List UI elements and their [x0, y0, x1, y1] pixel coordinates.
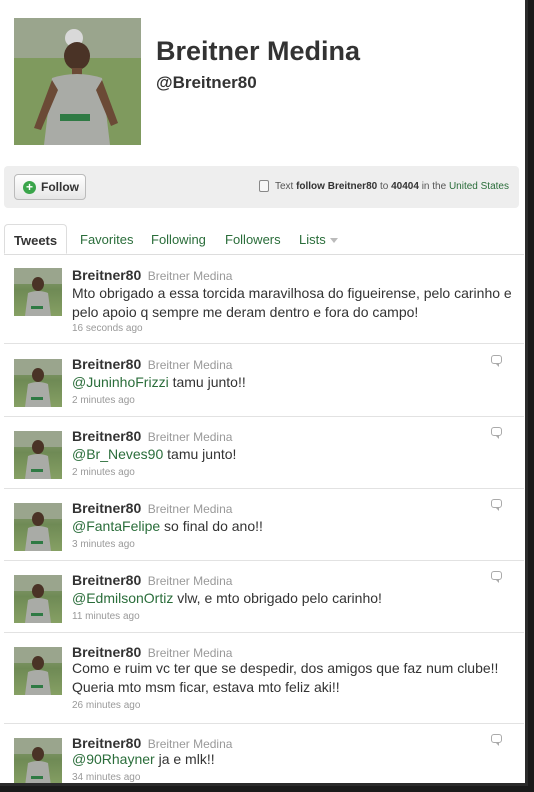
profile-handle: @Breitner80 [156, 73, 257, 92]
tweet-fullname: Breitner Medina [147, 358, 233, 372]
sms-prefix: Text [274, 180, 294, 192]
window-shadow-bottom [0, 786, 534, 792]
profile-avatar[interactable] [14, 18, 141, 145]
tweet-fullname: Breitner Medina [147, 737, 233, 751]
tweet-username[interactable]: Breitner80 [72, 500, 141, 516]
plus-icon: + [23, 180, 36, 194]
tweet-header: Breitner80 Breitner Medina [72, 267, 232, 285]
tweet-item: Breitner80 Breitner Medina @Br_Neves90 t… [4, 417, 524, 489]
sms-country-link[interactable]: United States [449, 181, 509, 192]
tweet-body: tamu junto! [163, 446, 237, 462]
tab-following[interactable]: Following [151, 232, 206, 247]
tweet-header: Breitner80 Breitner Medina [72, 500, 232, 518]
sms-command: follow Breitner80 [296, 180, 378, 192]
tweet-avatar[interactable] [14, 268, 62, 316]
tweet-text: @JuninhoFrizzi tamu junto!! [72, 373, 512, 392]
profile-name: Breitner Medina [156, 36, 361, 66]
tweet-avatar[interactable] [14, 359, 62, 407]
phone-icon [258, 180, 269, 192]
profile-tabs: Tweets Favorites Following Followers Lis… [4, 224, 524, 255]
tweet-avatar[interactable] [14, 503, 62, 551]
tweet-text: @FantaFelipe so final do ano!! [72, 517, 512, 536]
tweet-body: vlw, e mto obrigado pelo carinho! [173, 590, 382, 606]
tweet-body: so final do ano!! [160, 518, 263, 534]
tweet-body: tamu junto!! [168, 374, 246, 390]
tweet-timestamp[interactable]: 3 minutes ago [72, 539, 135, 550]
tweet-username[interactable]: Breitner80 [72, 735, 141, 751]
tweet-fullname: Breitner Medina [147, 502, 233, 516]
tweet-fullname: Breitner Medina [147, 430, 233, 444]
tweet-text: @EdmilsonOrtiz vlw, e mto obrigado pelo … [72, 589, 512, 608]
sms-in: in the [421, 180, 447, 192]
tweet-mention[interactable]: @90Rhayner [72, 751, 155, 767]
tab-followers[interactable]: Followers [225, 232, 281, 247]
tweet-text: Como e ruim vc ter que se despedir, dos … [72, 660, 499, 695]
tweet-fullname: Breitner Medina [147, 269, 233, 283]
tweet-item: Breitner80 Breitner Medina @FantaFelipe … [4, 489, 524, 561]
tweet-item: Breitner80 Breitner Medina @EdmilsonOrti… [4, 561, 524, 633]
tweet-item: Breitner80 Breitner Medina Mto obrigado … [4, 256, 524, 344]
tweet-username[interactable]: Breitner80 [72, 267, 141, 283]
follow-label: Follow [41, 180, 79, 194]
tweet-timestamp[interactable]: 2 minutes ago [72, 395, 135, 406]
tweet-header: Breitner80 Breitner Medina [72, 572, 232, 590]
tweet-item: Breitner80 Breitner Medina Como e ruim v… [4, 633, 524, 724]
tab-tweets[interactable]: Tweets [4, 224, 68, 254]
tweet-username[interactable]: Breitner80 [72, 356, 141, 372]
reply-icon[interactable] [491, 571, 502, 583]
tweet-avatar[interactable] [14, 647, 62, 695]
follow-button[interactable]: + Follow [14, 174, 86, 200]
tweet-mention[interactable]: @EdmilsonOrtiz [72, 590, 173, 606]
tweet-username[interactable]: Breitner80 [72, 428, 141, 444]
tweet-text: @Br_Neves90 tamu junto! [72, 445, 512, 464]
tweet-timestamp[interactable]: 34 minutes ago [72, 772, 140, 783]
reply-icon[interactable] [491, 355, 502, 367]
sms-follow-info: Text follow Breitner80 to 40404 in the U… [258, 180, 509, 192]
tab-favorites[interactable]: Favorites [80, 232, 133, 247]
window-shadow-right [528, 0, 534, 792]
tweet-timestamp[interactable]: 26 minutes ago [72, 700, 140, 711]
tweet-timestamp[interactable]: 16 seconds ago [72, 323, 143, 334]
reply-icon[interactable] [491, 427, 502, 439]
tweet-fullname: Breitner Medina [147, 574, 233, 588]
tweet-item: Breitner80 Breitner Medina @90Rhayner ja… [4, 724, 524, 783]
tweet-mention[interactable]: @JuninhoFrizzi [72, 374, 169, 390]
tab-lists[interactable]: Lists [299, 232, 338, 247]
sms-to: to [379, 180, 389, 192]
reply-icon[interactable] [491, 734, 502, 746]
caret-down-icon [329, 238, 338, 244]
action-bar: + Follow Text follow Breitner80 to 40404… [4, 166, 519, 208]
tweet-avatar[interactable] [14, 431, 62, 479]
tweet-header: Breitner80 Breitner Medina [72, 428, 232, 446]
reply-icon[interactable] [491, 499, 502, 511]
tweet-fullname: Breitner Medina [147, 646, 233, 660]
tweet-avatar[interactable] [14, 575, 62, 623]
tweet-body: ja e mlk!! [154, 751, 215, 767]
tweet-username[interactable]: Breitner80 [72, 572, 141, 588]
tweet-timestamp[interactable]: 11 minutes ago [72, 611, 140, 622]
tweet-header: Breitner80 Breitner Medina [72, 356, 232, 374]
tweet-item: Breitner80 Breitner Medina @JuninhoFrizz… [4, 345, 524, 417]
tweet-avatar[interactable] [14, 738, 62, 783]
tweet-mention[interactable]: @Br_Neves90 [72, 446, 163, 462]
tweet-text: Mto obrigado a essa torcida maravilhosa … [72, 285, 512, 320]
tweet-username[interactable]: Breitner80 [72, 644, 141, 660]
tweet-mention[interactable]: @FantaFelipe [72, 518, 160, 534]
tab-lists-label: Lists [299, 232, 326, 247]
tweet-text: @90Rhayner ja e mlk!! [72, 750, 512, 769]
tweet-timestamp[interactable]: 2 minutes ago [72, 467, 135, 478]
profile-page: Breitner Medina @Breitner80 + Follow Tex… [0, 0, 528, 786]
sms-number: 40404 [391, 180, 419, 192]
